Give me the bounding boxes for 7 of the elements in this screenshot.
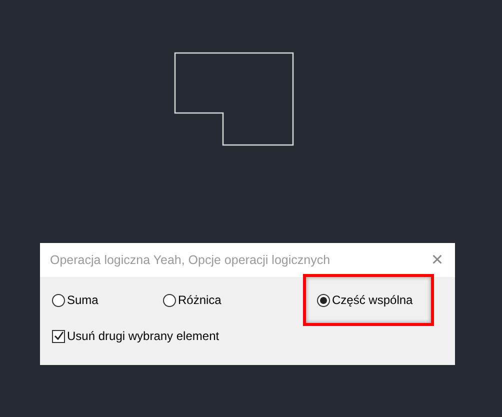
highlighted-radio-option[interactable]: Część wspólna (306, 277, 431, 323)
radio-option[interactable]: Różnica (163, 289, 228, 311)
checkmark-icon (54, 331, 64, 341)
radio-option[interactable]: Suma (52, 289, 104, 311)
checkbox-option[interactable]: Usuń drugi wybrany element (52, 329, 220, 343)
dialog-title: Operacja logiczna Yeah, Opcje operacji logicznych (50, 253, 330, 267)
close-button[interactable]: × (429, 250, 445, 270)
